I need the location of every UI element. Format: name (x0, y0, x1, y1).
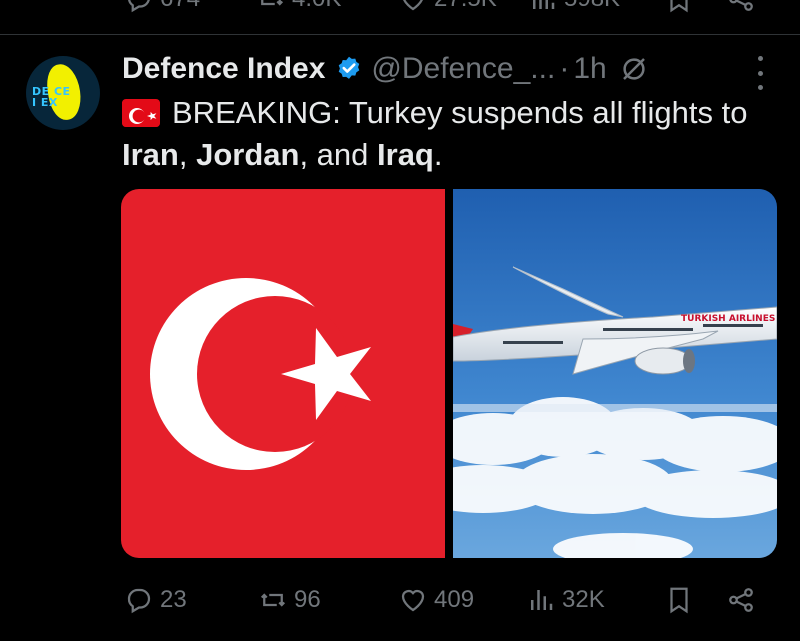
verified-badge-icon (335, 55, 363, 83)
prev-repost-count: 4.0K (292, 0, 341, 13)
country-jordan: Jordan (196, 137, 300, 172)
tweet-text-prefix: BREAKING: Turkey suspends all flights to (172, 95, 748, 130)
prev-repost-button[interactable]: 4.0K (256, 0, 341, 14)
turkey-flag-emoji-icon (122, 99, 160, 127)
author-name[interactable]: Defence Index (122, 52, 325, 86)
views-icon (533, 0, 555, 9)
heart-icon (401, 589, 425, 612)
bookmark-icon (670, 0, 688, 13)
tweet-actions: 23 96 409 32K (0, 578, 800, 622)
author-handle[interactable]: @Defence_... (371, 52, 555, 86)
prev-reply-button[interactable]: 674 (124, 0, 200, 14)
heart-icon (403, 0, 423, 11)
reply-icon (127, 588, 151, 614)
views-icon (531, 590, 553, 610)
reply-icon (128, 0, 150, 13)
avatar-logo-text-bottom: I EX (32, 96, 58, 109)
repost-count: 96 (294, 586, 321, 613)
prev-share-button[interactable] (726, 0, 756, 14)
prev-bookmark-button[interactable] (664, 0, 694, 14)
reply-button[interactable]: 23 (124, 578, 187, 622)
tweet-text-sep2: , and (299, 137, 378, 172)
turkish-flag-image[interactable] (121, 189, 445, 558)
like-count: 409 (434, 586, 475, 613)
tweet-text: BREAKING: Turkey suspends all flights to… (122, 92, 782, 176)
tweet-text-sep1: , (178, 137, 197, 172)
like-button[interactable]: 409 (398, 578, 474, 622)
tweet-text-suffix: . (433, 137, 443, 172)
previous-tweet-actions: 674 4.0K 27.5K 598K (0, 0, 800, 16)
views-count: 32K (562, 586, 605, 613)
turkish-airlines-plane-image[interactable]: TURKISH AIRLINES (413, 189, 777, 558)
share-button[interactable] (726, 578, 756, 622)
repost-icon (261, 0, 284, 6)
grok-icon[interactable] (619, 54, 649, 84)
views-button[interactable]: 32K (526, 578, 605, 622)
country-iraq: Iraq (377, 137, 434, 172)
country-iran: Iran (122, 137, 179, 172)
avatar[interactable]: DE CE I EX (26, 56, 100, 130)
repost-button[interactable]: 96 (258, 578, 321, 622)
more-options-icon[interactable] (748, 56, 772, 90)
tweet-divider (0, 34, 800, 35)
repost-icon (260, 593, 286, 607)
share-icon (729, 0, 753, 11)
tweet-header: Defence Index @Defence_... · 1h (122, 48, 649, 90)
tweet-media[interactable]: TURKISH AIRLINES (121, 189, 777, 558)
tweet-timestamp[interactable]: 1h (573, 52, 606, 86)
header-separator: · (559, 52, 570, 85)
plane-livery-text: TURKISH AIRLINES (681, 314, 775, 324)
prev-views-count: 598K (564, 0, 620, 13)
reply-count: 23 (160, 586, 187, 613)
bookmark-icon (670, 587, 688, 614)
prev-views-button[interactable]: 598K (528, 0, 620, 14)
bookmark-button[interactable] (664, 578, 694, 622)
prev-reply-count: 674 (160, 0, 200, 13)
prev-like-button[interactable]: 27.5K (398, 0, 497, 14)
prev-like-count: 27.5K (434, 0, 497, 13)
share-icon (729, 588, 753, 612)
